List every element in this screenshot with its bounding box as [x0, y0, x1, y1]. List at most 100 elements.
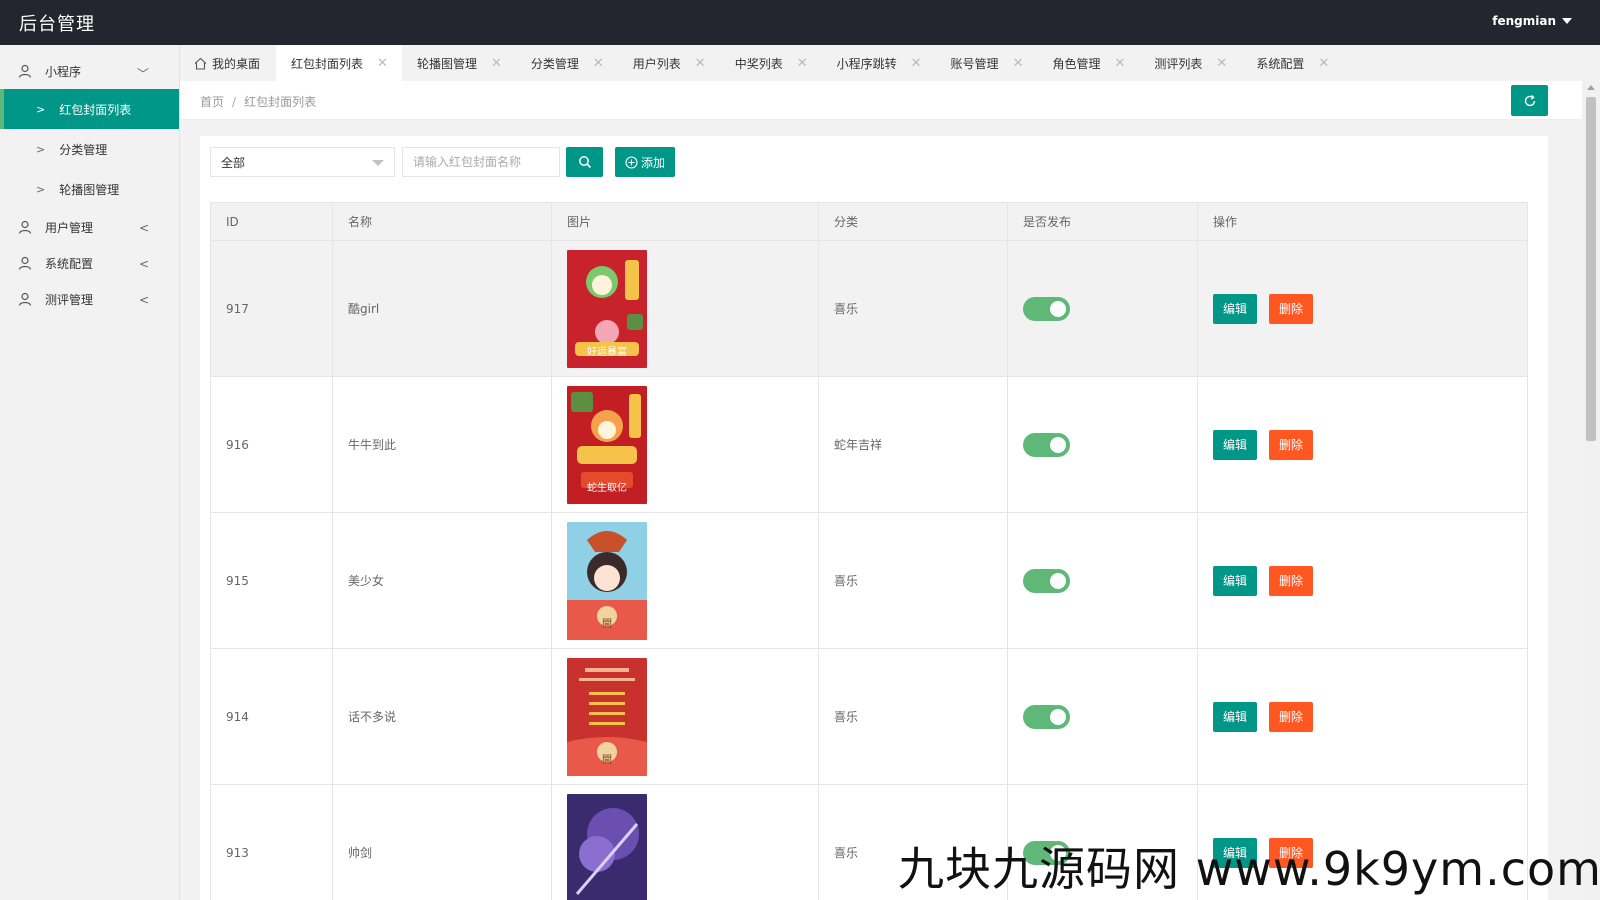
tab-desktop[interactable]: 我的桌面	[180, 45, 276, 81]
publish-toggle[interactable]	[1023, 568, 1070, 593]
edit-button[interactable]: 编辑	[1213, 565, 1257, 596]
tab-miniprogram-jump[interactable]: 小程序跳转 ✕	[822, 45, 936, 81]
sidebar-item-label: 轮播图管理	[59, 182, 120, 197]
sidebar-group-label: 测评管理	[45, 292, 94, 307]
cover-caption: 開	[602, 618, 612, 630]
toggle-knob	[1050, 708, 1066, 725]
table-row: 914 话不多说 開 喜乐 编辑 删除	[210, 648, 1528, 785]
cover-thumbnail[interactable]: 開	[567, 657, 647, 776]
close-icon[interactable]: ✕	[695, 56, 706, 71]
refresh-button[interactable]	[1511, 85, 1548, 116]
sidebar-item-carousel[interactable]: > 轮播图管理	[0, 169, 179, 209]
search-input[interactable]	[402, 147, 560, 177]
chevron-down-icon: ﹀	[136, 67, 149, 81]
tab-roles[interactable]: 角色管理 ✕	[1037, 45, 1139, 81]
user-icon	[18, 256, 32, 270]
app-title: 后台管理	[19, 14, 95, 35]
column-header-category: 分类	[818, 202, 1008, 241]
sidebar-group-miniprogram[interactable]: 小程序 ﹀	[0, 53, 179, 89]
column-header-id: ID	[210, 202, 333, 241]
sidebar-item-label: 分类管理	[59, 142, 108, 157]
sidebar-item-redpacket-covers[interactable]: > 红包封面列表	[0, 89, 179, 129]
tab-redpacket-covers[interactable]: 红包封面列表 ✕	[276, 45, 402, 81]
breadcrumb-current: 红包封面列表	[244, 95, 317, 109]
tab-label: 分类管理	[530, 56, 579, 71]
breadcrumb-home[interactable]: 首页	[200, 95, 224, 109]
toggle-knob	[1050, 436, 1066, 453]
tab-accounts[interactable]: 账号管理 ✕	[936, 45, 1038, 81]
edit-button[interactable]: 编辑	[1213, 429, 1257, 460]
cell-published	[1007, 512, 1198, 649]
tab-evaluations[interactable]: 测评列表 ✕	[1139, 45, 1241, 81]
close-icon[interactable]: ✕	[1013, 56, 1024, 71]
sidebar-group-evaluation[interactable]: 测评管理 <	[0, 281, 179, 317]
breadcrumb-separator: /	[232, 95, 237, 109]
vertical-scrollbar[interactable]	[1582, 81, 1600, 900]
delete-button[interactable]: 删除	[1269, 565, 1313, 596]
sidebar-group-label: 用户管理	[45, 220, 94, 235]
cover-thumbnail[interactable]: 好运暴富	[567, 249, 647, 368]
cell-name: 酷girl	[332, 240, 552, 377]
publish-toggle[interactable]	[1023, 704, 1070, 729]
publish-toggle[interactable]	[1023, 296, 1070, 321]
cell-id: 913	[210, 784, 333, 900]
tab-carousel[interactable]: 轮播图管理 ✕	[402, 45, 516, 81]
close-icon[interactable]: ✕	[797, 56, 808, 71]
add-button-label: 添加	[640, 155, 665, 170]
user-menu[interactable]: fengmian	[1492, 14, 1572, 28]
toggle-knob	[1050, 300, 1066, 317]
close-icon[interactable]: ✕	[1114, 56, 1125, 71]
cell-category: 蛇年吉祥	[818, 376, 1008, 513]
category-select[interactable]: 全部	[210, 147, 395, 177]
tab-label: 角色管理	[1052, 56, 1101, 71]
user-icon	[18, 64, 32, 78]
scrollbar-thumb[interactable]	[1586, 97, 1596, 441]
chevron-left-icon: <	[138, 221, 149, 235]
tab-winners[interactable]: 中奖列表 ✕	[720, 45, 822, 81]
sidebar-item-category[interactable]: > 分类管理	[0, 129, 179, 169]
cover-thumbnail[interactable]	[567, 793, 647, 900]
cover-caption: 蛇生取亿	[587, 482, 627, 494]
tab-system-config[interactable]: 系统配置 ✕	[1241, 45, 1343, 81]
watermark-text: 九块九源码网 www.9k9ym.com	[898, 842, 1600, 896]
tab-users[interactable]: 用户列表 ✕	[618, 45, 720, 81]
cell-actions: 编辑 删除	[1197, 376, 1528, 513]
tab-bar: 我的桌面 红包封面列表 ✕ 轮播图管理 ✕ 分类管理 ✕ 用户列表 ✕ 中奖列表 ✕ 小程…	[180, 45, 1600, 81]
publish-toggle[interactable]	[1023, 432, 1070, 457]
cell-name: 牛牛到此	[332, 376, 552, 513]
delete-button[interactable]: 删除	[1269, 293, 1313, 324]
tab-label: 中奖列表	[734, 56, 783, 71]
search-button[interactable]	[566, 147, 603, 177]
cell-id: 916	[210, 376, 333, 513]
sidebar-group-system[interactable]: 系统配置 <	[0, 245, 179, 281]
delete-button[interactable]: 删除	[1269, 701, 1313, 732]
cell-category: 喜乐	[818, 648, 1008, 785]
cell-actions: 编辑 删除	[1197, 648, 1528, 785]
breadcrumb-bar: 首页 / 红包封面列表	[180, 81, 1582, 120]
scroll-up-icon[interactable]	[1587, 85, 1595, 90]
close-icon[interactable]: ✕	[1216, 56, 1227, 71]
close-icon[interactable]: ✕	[377, 56, 388, 71]
column-header-actions: 操作	[1197, 202, 1528, 241]
cell-name: 美少女	[332, 512, 552, 649]
edit-button[interactable]: 编辑	[1213, 701, 1257, 732]
close-icon[interactable]: ✕	[1318, 56, 1329, 71]
table-row: 915 美少女 開 喜乐 编辑 删除	[210, 512, 1528, 649]
plus-circle-icon	[625, 155, 638, 169]
close-icon[interactable]: ✕	[491, 56, 502, 71]
column-header-published: 是否发布	[1007, 202, 1198, 241]
cover-thumbnail[interactable]: 蛇生取亿	[567, 385, 647, 504]
cover-thumbnail[interactable]: 開	[567, 521, 647, 640]
close-icon[interactable]: ✕	[593, 56, 604, 71]
top-bar: 后台管理 fengmian	[0, 0, 1600, 45]
sidebar-item-label: 红包封面列表	[59, 102, 132, 117]
edit-button[interactable]: 编辑	[1213, 293, 1257, 324]
close-icon[interactable]: ✕	[911, 56, 922, 71]
cell-name: 帅剑	[332, 784, 552, 900]
sidebar-group-users[interactable]: 用户管理 <	[0, 209, 179, 245]
tab-category[interactable]: 分类管理 ✕	[516, 45, 618, 81]
sidebar: 小程序 ﹀ > 红包封面列表 > 分类管理 > 轮播图管理 用户管理 < 系统配…	[0, 45, 180, 900]
delete-button[interactable]: 删除	[1269, 429, 1313, 460]
add-button[interactable]: 添加	[615, 147, 675, 177]
cover-art	[575, 807, 639, 895]
